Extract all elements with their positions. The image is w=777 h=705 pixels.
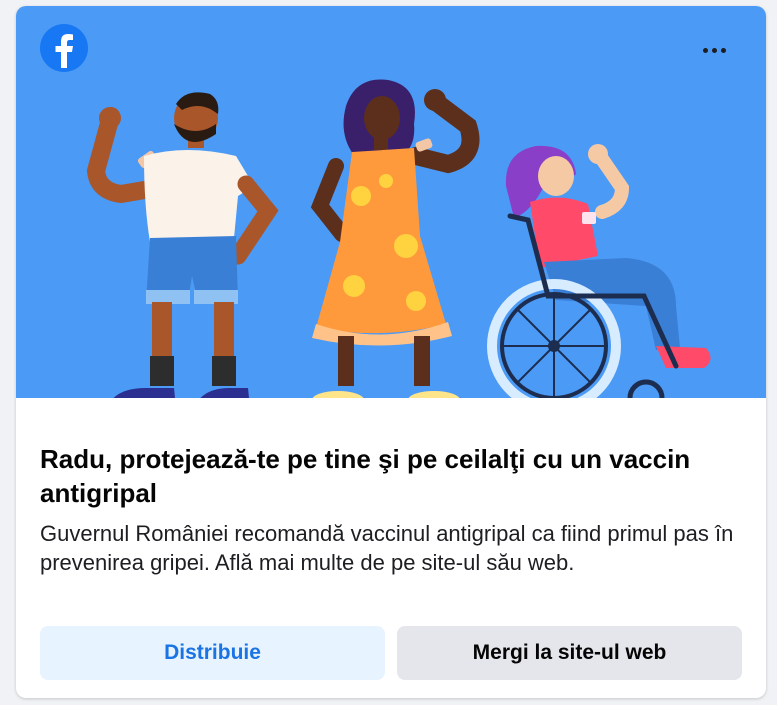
woman-figure	[310, 79, 480, 398]
dot	[711, 47, 717, 53]
wheelchair-user-figure	[487, 144, 711, 398]
facebook-logo-icon[interactable]	[40, 24, 88, 72]
share-button[interactable]: Distribuie	[40, 626, 385, 680]
dot	[702, 47, 708, 53]
dot	[720, 47, 726, 53]
facebook-f-glyph	[55, 34, 73, 68]
vaccination-illustration	[86, 79, 711, 398]
visit-website-button[interactable]: Mergi la site-ul web	[397, 626, 742, 680]
hero-illustration	[16, 6, 766, 398]
ad-title: Radu, protejează-te pe tine şi pe ceilal…	[40, 444, 691, 508]
man-figure	[86, 92, 279, 398]
ad-description: Guvernul României recomandă vaccinul ant…	[40, 521, 734, 575]
more-options-icon[interactable]	[692, 34, 736, 66]
sponsored-card: Radu, protejează-te pe tine şi pe ceilal…	[16, 6, 766, 698]
